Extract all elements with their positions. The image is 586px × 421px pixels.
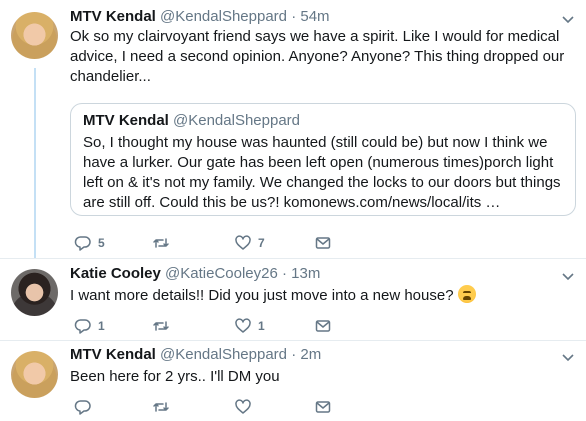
quoted-display-name: MTV Kendal: [83, 112, 169, 129]
timestamp[interactable]: 54m: [300, 8, 329, 25]
display-name[interactable]: Katie Cooley: [70, 265, 161, 282]
user-handle[interactable]: @KendalSheppard: [160, 8, 287, 25]
timestamp[interactable]: 13m: [291, 265, 320, 282]
reply-button[interactable]: 5: [74, 234, 105, 252]
heart-icon: [235, 235, 251, 250]
chevron-down-icon[interactable]: [562, 351, 574, 363]
avatar[interactable]: [11, 12, 58, 59]
tweet-text: Been here for 2 yrs.. I'll DM you: [70, 368, 280, 385]
like-count: 1: [258, 319, 265, 333]
quoted-tweet[interactable]: MTV Kendal @KendalSheppard So, I thought…: [70, 103, 576, 216]
reply-icon: [74, 319, 91, 334]
retweet-button[interactable]: [152, 234, 176, 252]
quoted-user-handle: @KendalSheppard: [173, 112, 301, 129]
reply-button[interactable]: [74, 398, 98, 416]
separator-dot: ·: [291, 8, 297, 25]
avatar[interactable]: [11, 351, 58, 398]
like-button[interactable]: [234, 398, 258, 416]
chevron-down-icon[interactable]: [562, 270, 574, 282]
reply-button[interactable]: 1: [74, 317, 105, 335]
quoted-tweet-text: So, I thought my house was haunted (stil…: [83, 134, 561, 211]
chevron-down-icon[interactable]: [562, 13, 574, 25]
like-button[interactable]: 1: [234, 317, 265, 335]
separator-dot: ·: [282, 265, 287, 282]
retweet-icon: [153, 321, 169, 331]
heart-icon: [235, 318, 251, 333]
reply-count: 1: [98, 319, 105, 333]
tweet-3[interactable]: MTV Kendal @KendalSheppard · 2m Been her…: [0, 340, 586, 421]
quoted-tweet-header: MTV Kendal @KendalSheppard: [83, 111, 300, 131]
tweet-2[interactable]: Katie Cooley @KatieCooley26 · 13m I want…: [0, 258, 586, 340]
envelope-icon: [315, 320, 331, 332]
like-count: 7: [258, 236, 265, 250]
envelope-icon: [315, 401, 331, 413]
reply-icon: [74, 236, 91, 251]
like-button[interactable]: 7: [234, 234, 265, 252]
envelope-icon: [315, 237, 331, 249]
tired-face-emoji-icon: [457, 285, 476, 303]
timestamp[interactable]: 2m: [300, 346, 321, 363]
tweet-header: MTV Kendal @KendalSheppard · 2m: [70, 345, 321, 365]
avatar[interactable]: [11, 269, 58, 316]
retweet-button[interactable]: [152, 398, 176, 416]
retweet-button[interactable]: [152, 317, 176, 335]
separator-dot: ·: [291, 346, 297, 363]
tweet-text-container: I want more details!! Did you just move …: [70, 285, 575, 306]
display-name[interactable]: MTV Kendal: [70, 346, 156, 363]
user-handle[interactable]: @KendalSheppard: [160, 346, 287, 363]
reply-icon: [74, 400, 91, 415]
retweet-icon: [153, 402, 169, 412]
direct-message-button[interactable]: [314, 398, 332, 416]
tweet-header: Katie Cooley @KatieCooley26 · 13m: [70, 264, 320, 284]
direct-message-button[interactable]: [314, 317, 332, 335]
tweet-text: I want more details!! Did you just move …: [70, 287, 454, 304]
retweet-icon: [153, 238, 169, 248]
direct-message-button[interactable]: [314, 234, 332, 252]
reply-count: 5: [98, 236, 105, 250]
display-name[interactable]: MTV Kendal: [70, 8, 156, 25]
user-handle[interactable]: @KatieCooley26: [165, 265, 278, 282]
tweet-header: MTV Kendal @KendalSheppard · 54m: [70, 7, 330, 27]
tweet-text: Ok so my clairvoyant friend says we have…: [70, 28, 565, 85]
heart-icon: [235, 399, 251, 414]
tweet-1[interactable]: MTV Kendal @KendalSheppard · 54m Ok so m…: [0, 0, 586, 258]
